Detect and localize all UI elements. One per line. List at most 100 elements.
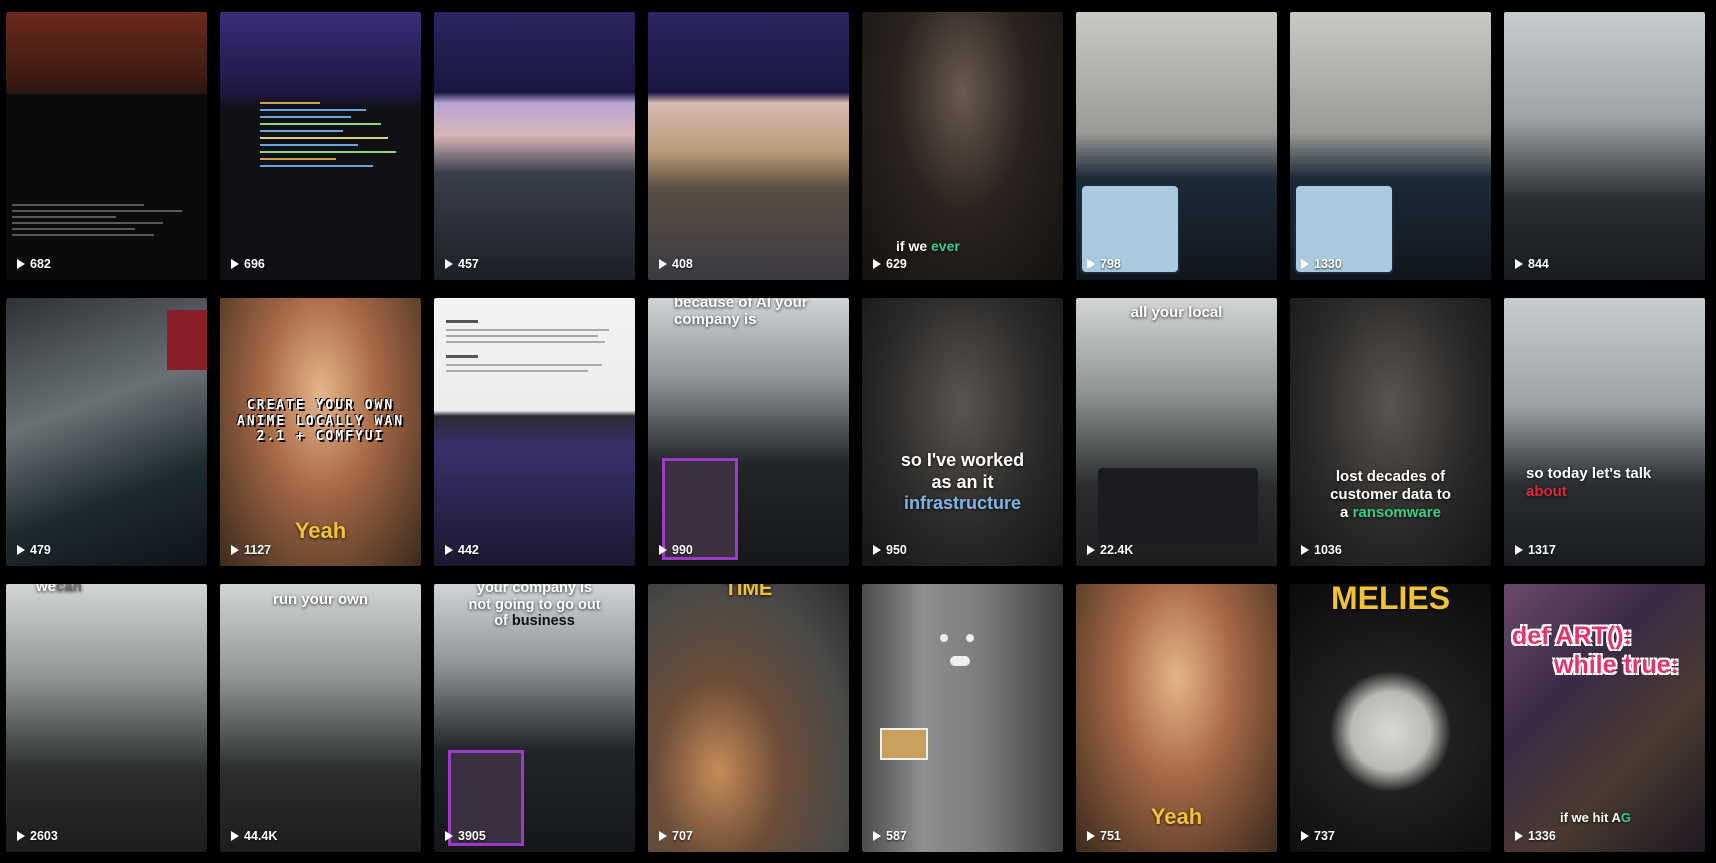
video-caption: all your local	[1130, 304, 1223, 321]
video-tile[interactable]: 682	[6, 12, 207, 280]
video-tile[interactable]: MELIES 737	[1290, 584, 1491, 852]
view-count-value: 798	[1100, 257, 1121, 271]
view-count: 629	[873, 257, 907, 271]
video-tile[interactable]: so I've worked as an it infrastructure 9…	[862, 298, 1063, 566]
play-icon	[1301, 545, 1309, 555]
view-count-value: 1317	[1528, 543, 1556, 557]
play-icon	[873, 259, 881, 269]
view-count-value: 737	[1314, 829, 1335, 843]
video-caption: MELIES	[1330, 584, 1451, 616]
video-caption: because of AI your company is	[674, 298, 808, 329]
video-tile[interactable]: 798	[1076, 12, 1277, 280]
subtitle-word: Yeah	[1150, 804, 1203, 829]
view-count: 1127	[231, 543, 271, 557]
play-icon	[1515, 259, 1523, 269]
view-count: 1036	[1301, 543, 1342, 557]
view-count: 707	[659, 829, 693, 843]
view-count: 587	[873, 829, 907, 843]
node-graph-screenshot	[1098, 468, 1258, 544]
video-tile[interactable]: 408	[648, 12, 849, 280]
wall-decoration	[167, 310, 207, 370]
video-tile[interactable]: because of AI your company is 990	[648, 298, 849, 566]
video-tile[interactable]: if we ever 629	[862, 12, 1063, 280]
view-count: 798	[1087, 257, 1121, 271]
view-count: 457	[445, 257, 479, 271]
video-tile[interactable]: Yeah 751	[1076, 584, 1277, 852]
view-count: 682	[17, 257, 51, 271]
play-icon	[659, 831, 667, 841]
video-tile[interactable]: so today let's talk about 1317	[1504, 298, 1705, 566]
view-count: 696	[231, 257, 265, 271]
view-count: 479	[17, 543, 51, 557]
view-count: 990	[659, 543, 693, 557]
play-icon	[1301, 259, 1309, 269]
video-caption: lost decades of customer data to a ranso…	[1330, 468, 1451, 521]
view-count: 22.4K	[1087, 543, 1133, 557]
view-count: 1336	[1515, 829, 1556, 843]
video-tile[interactable]: your company is not going to go out of b…	[434, 584, 635, 852]
subtitle-word: Yeah	[294, 518, 347, 543]
view-count-value: 442	[458, 543, 479, 557]
code-editor-screenshot	[260, 102, 411, 172]
play-icon	[659, 259, 667, 269]
video-tile[interactable]: 1330	[1290, 12, 1491, 280]
play-icon	[445, 831, 453, 841]
video-caption: wecan	[36, 584, 82, 595]
video-caption: your company is not going to go out of b…	[468, 584, 601, 630]
video-tile[interactable]: wecan 2603	[6, 584, 207, 852]
video-caption: if we ever	[896, 238, 960, 254]
view-count-value: 707	[672, 829, 693, 843]
fridge-magnet	[940, 634, 948, 642]
video-tile[interactable]: CREATE YOUR OWN ANIME LOCALLY WAN 2.1 + …	[220, 298, 421, 566]
view-count: 1330	[1301, 257, 1342, 271]
video-caption: so I've worked as an it infrastructure	[900, 450, 1025, 514]
play-icon	[445, 545, 453, 555]
play-icon	[231, 259, 239, 269]
view-count-value: 696	[244, 257, 265, 271]
video-caption: run your own	[273, 591, 368, 608]
play-icon	[17, 259, 25, 269]
play-icon	[1087, 545, 1095, 555]
view-count-value: 22.4K	[1100, 543, 1134, 557]
play-icon	[873, 545, 881, 555]
video-tile[interactable]: run your own 44.4K	[220, 584, 421, 852]
video-tile[interactable]: 457	[434, 12, 635, 280]
view-count-value: 950	[886, 543, 907, 557]
play-icon	[1515, 545, 1523, 555]
play-icon	[873, 831, 881, 841]
document-screenshot	[446, 320, 623, 376]
view-count-value: 1336	[1528, 829, 1556, 843]
view-count-value: 844	[1528, 257, 1549, 271]
view-count-value: 408	[672, 257, 693, 271]
video-tile[interactable]: all your local 22.4K	[1076, 298, 1277, 566]
view-count-value: 3905	[458, 829, 486, 843]
view-count: 3905	[445, 829, 486, 843]
play-icon	[1301, 831, 1309, 841]
play-icon	[17, 545, 25, 555]
video-tile[interactable]: 844	[1504, 12, 1705, 280]
video-tile[interactable]: 442	[434, 298, 635, 566]
video-tile[interactable]: 479	[6, 298, 207, 566]
view-count: 844	[1515, 257, 1549, 271]
view-count-value: 457	[458, 257, 479, 271]
video-tile[interactable]: 587	[862, 584, 1063, 852]
video-tile[interactable]: 696	[220, 12, 421, 280]
fridge-magnet	[966, 634, 974, 642]
fridge-magnet	[950, 656, 970, 666]
view-count-value: 2603	[30, 829, 58, 843]
video-tile[interactable]: def ART(): while true: if we hit AG 1336	[1504, 584, 1705, 852]
video-tile[interactable]: lost decades of customer data to a ranso…	[1290, 298, 1491, 566]
fridge-sticker	[880, 728, 928, 760]
view-count-value: 44.4K	[244, 829, 278, 843]
view-count: 1317	[1515, 543, 1556, 557]
view-count-value: 990	[672, 543, 693, 557]
view-count: 442	[445, 543, 479, 557]
view-count: 737	[1301, 829, 1335, 843]
video-caption: so today let's talk about	[1526, 465, 1652, 500]
play-icon	[17, 831, 25, 841]
video-caption: if we hit AG	[1560, 810, 1632, 825]
view-count: 408	[659, 257, 693, 271]
view-count-value: 682	[30, 257, 51, 271]
video-tile[interactable]: TIME 707	[648, 584, 849, 852]
view-count-value: 1127	[244, 543, 272, 557]
